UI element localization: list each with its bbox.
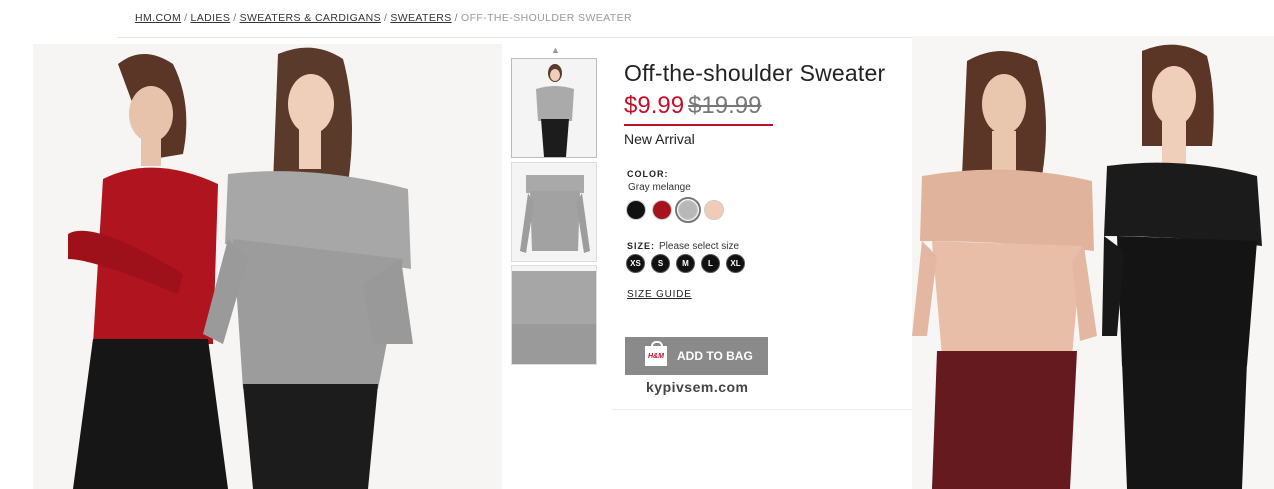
- breadcrumb: HM.COM / LADIES / SWEATERS & CARDIGANS / SWEAT…: [135, 12, 632, 24]
- product-title: Off-the-shoulder Sweater: [624, 60, 886, 86]
- product-info-panel: Off-the-shoulder Sweater $9.99 $19.99 New…: [612, 40, 912, 410]
- color-swatch-light-pink[interactable]: [704, 200, 724, 220]
- size-guide-link[interactable]: SIZE GUIDE: [627, 289, 692, 300]
- watermark: kypivsem.com: [646, 379, 749, 395]
- breadcrumb-link-ladies[interactable]: LADIES: [190, 12, 230, 24]
- breadcrumb-separator: /: [184, 12, 188, 24]
- breadcrumb-separator: /: [233, 12, 237, 24]
- model-photo-right: [912, 36, 1274, 489]
- new-arrival-badge: New Arrival: [624, 131, 695, 147]
- breadcrumb-link-sweaters[interactable]: SWEATERS: [390, 12, 451, 24]
- original-price: $19.99: [688, 92, 762, 119]
- breadcrumb-separator: /: [383, 12, 388, 24]
- breadcrumb-link-home[interactable]: HM.COM: [135, 12, 181, 24]
- selected-color-name: Gray melange: [628, 182, 691, 193]
- size-option-xs[interactable]: XS: [626, 254, 645, 273]
- color-label: COLOR:: [627, 169, 669, 179]
- color-swatches: [626, 197, 724, 223]
- shopping-bag-icon: H&M: [645, 341, 667, 366]
- size-option-m[interactable]: M: [676, 254, 695, 273]
- price-row: $9.99 $19.99: [624, 92, 773, 126]
- size-option-l[interactable]: L: [701, 254, 720, 273]
- breadcrumb-bar: HM.COM / LADIES / SWEATERS & CARDIGANS / SWEAT…: [117, 0, 1094, 38]
- sale-price: $9.99: [624, 92, 685, 119]
- breadcrumb-separator: /: [454, 12, 458, 24]
- size-option-s[interactable]: S: [651, 254, 670, 273]
- breadcrumb-current: OFF-THE-SHOULDER SWEATER: [461, 12, 632, 24]
- add-to-bag-label: ADD TO BAG: [677, 349, 753, 363]
- hm-logo-text: H&M: [648, 353, 664, 360]
- color-swatch-gray-melange[interactable]: [675, 197, 701, 223]
- breadcrumb-link-sweaters-cardigans[interactable]: SWEATERS & CARDIGANS: [240, 12, 381, 24]
- size-option-xl[interactable]: XL: [726, 254, 745, 273]
- color-swatch-black[interactable]: [626, 200, 646, 220]
- chevron-up-icon[interactable]: ▲: [551, 45, 560, 55]
- size-hint: Please select size: [659, 241, 740, 252]
- model-photo-left: [33, 44, 502, 489]
- size-label: SIZE:: [627, 241, 656, 251]
- size-row: SIZE: Please select size: [627, 236, 739, 254]
- thumbnail-3[interactable]: [511, 265, 597, 365]
- color-swatch-red[interactable]: [652, 200, 672, 220]
- thumbnail-1[interactable]: [511, 58, 597, 158]
- thumbnail-2[interactable]: [511, 162, 597, 262]
- add-to-bag-button[interactable]: H&M ADD TO BAG: [625, 337, 768, 375]
- size-options: XS S M L XL: [626, 254, 745, 273]
